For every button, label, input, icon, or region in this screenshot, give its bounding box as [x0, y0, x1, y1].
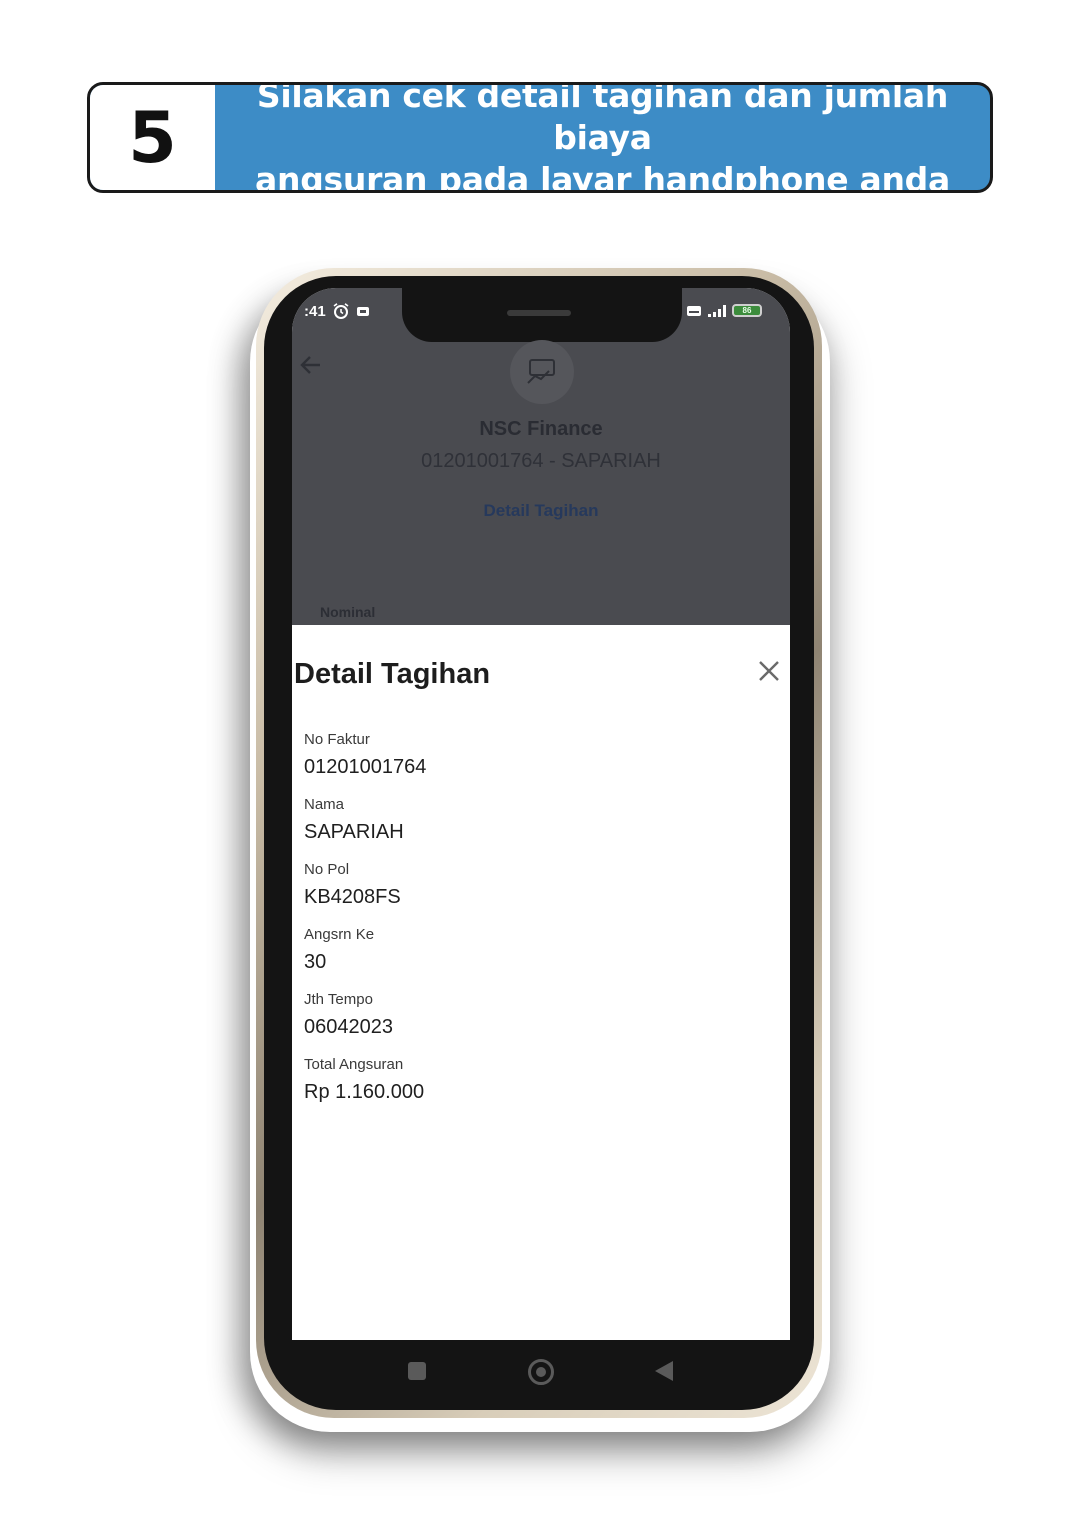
- close-icon[interactable]: [756, 658, 782, 684]
- recent-apps-button[interactable]: [408, 1362, 426, 1380]
- field-label-nama: Nama: [304, 796, 345, 813]
- field-label-no-faktur: No Faktur: [304, 731, 370, 748]
- step-number: 5: [90, 85, 215, 190]
- biller-logo-icon: [527, 359, 555, 384]
- step-instruction-line1: Silakan cek detail tagihan dan jumlah bi…: [256, 82, 949, 157]
- field-value-nama: SAPARIAH: [304, 821, 404, 843]
- field-label-no-pol: No Pol: [304, 861, 350, 878]
- sheet-title: Detail Tagihan: [294, 658, 491, 690]
- signal-icon: [708, 304, 726, 317]
- home-button[interactable]: [528, 1359, 554, 1385]
- step-instruction-line2: angsuran pada layar handphone anda: [255, 159, 950, 193]
- biller-id: 01201001764 - SAPARIAH: [421, 450, 661, 472]
- status-time: :41: [304, 302, 326, 320]
- step-banner: 5 Silakan cek detail tagihan dan jumlah …: [87, 82, 993, 193]
- status-bar-right: 86: [686, 304, 762, 317]
- back-button[interactable]: [655, 1361, 673, 1381]
- notification-icon: [356, 307, 369, 316]
- phone-notch: [402, 276, 682, 342]
- arrow-left-icon[interactable]: [298, 352, 324, 378]
- field-value-angsuran-ke: 30: [304, 951, 327, 973]
- detail-tagihan-link[interactable]: Detail Tagihan: [292, 501, 790, 521]
- field-value-jatuh-tempo: 06042023: [304, 1016, 393, 1038]
- field-value-total-angsuran: Rp 1.160.000: [304, 1081, 425, 1103]
- field-label-angsuran-ke: Angsrn Ke: [304, 926, 375, 943]
- alarm-icon: [333, 303, 349, 319]
- step-instruction: Silakan cek detail tagihan dan jumlah bi…: [215, 85, 990, 190]
- biller-name: NSC Finance: [479, 418, 603, 440]
- phone-speaker: [507, 310, 571, 316]
- field-value-no-faktur: 01201001764: [304, 756, 427, 778]
- volte-icon: [687, 305, 701, 316]
- status-bar-left: :41: [304, 302, 370, 320]
- biller-logo: [510, 340, 574, 404]
- nominal-label: Nominal: [320, 604, 376, 620]
- battery-icon: 86: [732, 304, 762, 317]
- field-label-total-angsuran: Total Angsuran: [304, 1056, 404, 1073]
- field-value-no-pol: KB4208FS: [304, 886, 401, 908]
- field-label-jatuh-tempo: Jth Tempo: [304, 991, 373, 1008]
- phone-screen: [292, 288, 790, 1340]
